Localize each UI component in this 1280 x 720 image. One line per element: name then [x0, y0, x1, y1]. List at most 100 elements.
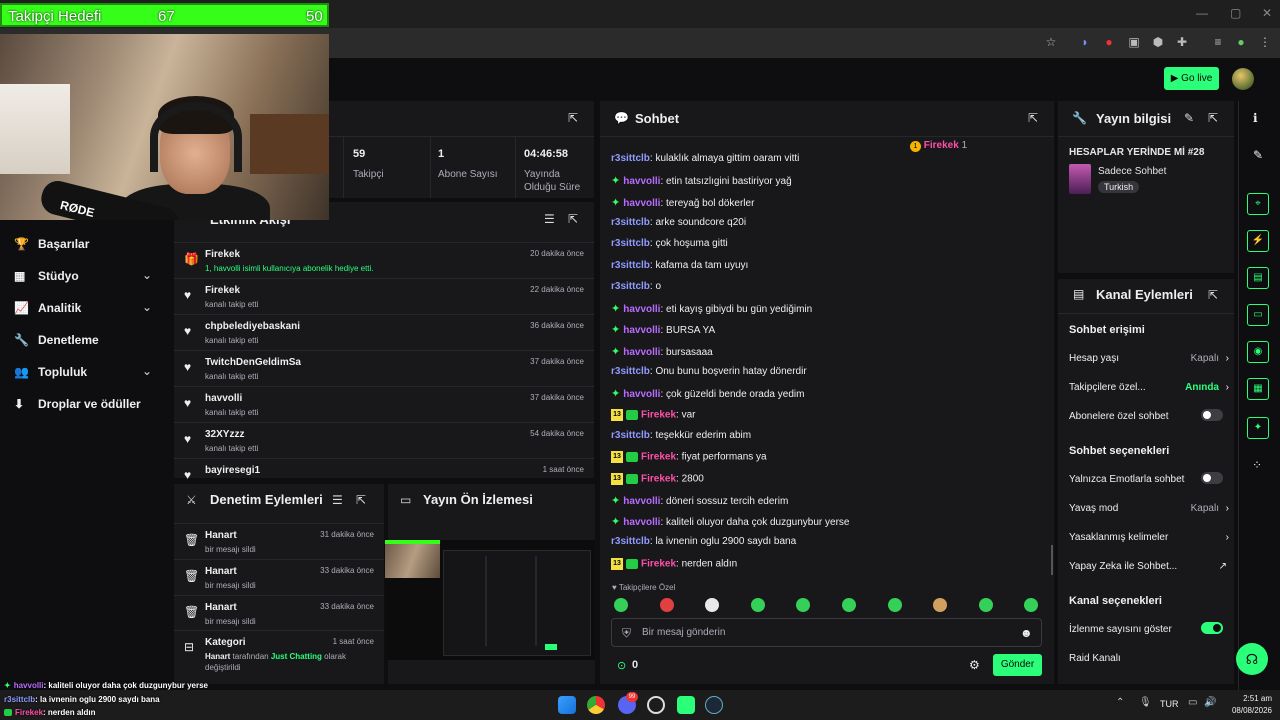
chat-message[interactable]: 13 Firekek: fiyat performans ya: [611, 451, 767, 465]
chat-message[interactable]: r3sittclb: arke soundcore q20i: [611, 217, 746, 231]
category-link[interactable]: Just Chatting: [271, 652, 322, 661]
go-live-button[interactable]: ▶ Go live: [1164, 67, 1219, 90]
windows-start-icon[interactable]: [558, 696, 576, 714]
chat-username[interactable]: Firekek: [641, 409, 676, 420]
ai-chat-option[interactable]: Yapay Zeka ile Sohbet... ↗: [1069, 561, 1227, 572]
list-item[interactable]: 🗑 Hanart 33 dakika önce bir mesajı sildi: [174, 595, 384, 631]
chat-username[interactable]: r3sittclb: [611, 153, 650, 164]
chat-message[interactable]: 13 Firekek: var: [611, 408, 695, 423]
followers-only-option[interactable]: Takipçilere özel... Anında ›: [1069, 382, 1229, 393]
chat-message[interactable]: r3sittclb: çok hoşuma gitti: [611, 238, 728, 252]
banned-words-option[interactable]: Yasaklanmış kelimeler ›: [1069, 532, 1229, 543]
chat-message[interactable]: 13 Firekek: 2800: [611, 472, 704, 487]
chat-username[interactable]: r3sittclb: [611, 281, 650, 292]
broadcast-icon[interactable]: ◉: [1247, 341, 1269, 363]
chat-username[interactable]: havvolli: [623, 517, 660, 528]
list-item[interactable]: ♥ TwitchDenGeldimSa 37 dakika önce kanalı t…: [174, 350, 594, 386]
subs-only-toggle[interactable]: [1201, 409, 1223, 421]
chat-username[interactable]: r3sittclb: [611, 366, 650, 377]
chat-message[interactable]: r3sittclb: Onu bunu boşverin hatay döner…: [611, 366, 807, 380]
extension-icon[interactable]: ▣: [1127, 35, 1141, 49]
lightning-icon[interactable]: ⚡: [1247, 230, 1269, 252]
emote-icon[interactable]: [842, 598, 856, 612]
list-item[interactable]: 🗑 Hanart 31 dakika önce bir mesajı sildi: [174, 523, 384, 559]
chat-username[interactable]: r3sittclb: [611, 536, 650, 547]
emote-icon[interactable]: [888, 598, 902, 612]
emote-icon[interactable]: [796, 598, 810, 612]
chat-username[interactable]: Firekek: [641, 452, 676, 463]
language-tag[interactable]: Turkish: [1098, 181, 1140, 193]
obs-icon[interactable]: [647, 696, 665, 714]
emote-icon[interactable]: [1024, 598, 1038, 612]
menu-icon[interactable]: ⋮: [1258, 35, 1272, 49]
sidebar-item-5[interactable]: 👥 Topluluk: [14, 362, 87, 382]
top-gifter[interactable]: 1 Firekek 1: [910, 140, 967, 152]
chat-message[interactable]: r3sittclb: o: [611, 281, 661, 295]
sidebar-item-6[interactable]: ⬇ Droplar ve ödüller: [14, 394, 141, 414]
chat-username[interactable]: havvolli: [623, 496, 660, 507]
chat-username[interactable]: r3sittclb: [611, 260, 650, 271]
chat-message[interactable]: ✦ havvolli: etin tatsızlıgini bastiriyor …: [611, 174, 792, 188]
kick-icon[interactable]: [677, 696, 695, 714]
chevron-down-icon[interactable]: ⌄: [142, 364, 152, 378]
mic-icon[interactable]: 🎙: [1139, 697, 1152, 708]
chat-message[interactable]: ✦ havvolli: eti kayış gibiydi bu gün yedi…: [611, 302, 812, 316]
emote-only-option[interactable]: Yalnızca Emotlarla sohbet: [1069, 472, 1227, 485]
popout-icon[interactable]: ⇱: [1208, 111, 1218, 125]
chat-username[interactable]: havvolli: [623, 198, 660, 209]
show-viewers-toggle[interactable]: [1201, 622, 1223, 634]
chat-message[interactable]: r3sittclb: kulaklık almaya gittim oaram …: [611, 153, 799, 167]
chat-username[interactable]: Firekek: [641, 558, 676, 569]
list-item[interactable]: 🗑 Hanart 33 dakika önce bir mesajı sildi: [174, 559, 384, 595]
slow-mode-option[interactable]: Yavaş mod Kapalı ›: [1069, 503, 1229, 514]
chat-icon[interactable]: ▭: [1247, 304, 1269, 326]
edit-icon[interactable]: ✎: [1184, 111, 1194, 125]
popout-icon[interactable]: ⇱: [356, 493, 366, 507]
sidebar-item-1[interactable]: 🏆 Başarılar: [14, 234, 89, 254]
clip-icon[interactable]: ⌖: [1247, 193, 1269, 215]
clock-time[interactable]: 2:51 am: [1226, 694, 1272, 703]
document-icon[interactable]: ▤: [1247, 267, 1269, 289]
maximize-icon[interactable]: ▢: [1230, 6, 1241, 20]
popout-icon[interactable]: ⇱: [568, 111, 578, 125]
account-age-option[interactable]: Hesap yaşı Kapalı ›: [1069, 353, 1229, 364]
help-support-icon[interactable]: ☊: [1236, 643, 1268, 675]
extension-icon[interactable]: ◗: [1078, 35, 1092, 49]
emote-icon[interactable]: [751, 598, 765, 612]
chat-message[interactable]: ✦ havvolli: bursasaaa: [611, 345, 713, 359]
more-actions-icon[interactable]: ⁘: [1252, 458, 1262, 472]
list-item[interactable]: ⊟ Kategori 1 saat önce Hanart tarafından…: [174, 630, 384, 680]
panels-icon[interactable]: ▦: [1247, 378, 1269, 400]
chat-message[interactable]: ✦ havvolli: kaliteli oluyor daha çok duzg…: [611, 515, 849, 529]
channel-points-icon[interactable]: ⊙: [617, 659, 626, 672]
chat-message[interactable]: ✦ havvolli: BURSA YA: [611, 323, 715, 337]
chat-message[interactable]: ✦ havvolli: çok güzeldi bende orada yedim: [611, 387, 804, 401]
chat-message[interactable]: r3sittclb: teşekkür ederim abim: [611, 430, 751, 444]
emote-icon[interactable]: [705, 598, 719, 612]
emote-only-toggle[interactable]: [1201, 472, 1223, 484]
bookmark-star-icon[interactable]: ☆: [1044, 35, 1058, 49]
chat-username[interactable]: havvolli: [623, 304, 660, 315]
chevron-down-icon[interactable]: ⌄: [142, 300, 152, 314]
avatar[interactable]: [1232, 68, 1254, 90]
media-icon[interactable]: ≡: [1211, 35, 1225, 49]
chat-message[interactable]: ✦ havvolli: tereyağ bol dökerler: [611, 196, 754, 210]
list-item[interactable]: ♥ chpbelediyebaskani 36 dakika önce kanalı …: [174, 314, 594, 350]
chat-settings-icon[interactable]: ⚙: [969, 658, 980, 672]
popout-icon[interactable]: ⇱: [568, 212, 578, 226]
send-button[interactable]: Gönder: [993, 654, 1042, 676]
close-icon[interactable]: ✕: [1262, 6, 1272, 20]
emote-icon[interactable]: [979, 598, 993, 612]
stream-preview-video[interactable]: [385, 540, 595, 660]
chat-username[interactable]: Firekek: [641, 473, 676, 484]
list-item[interactable]: ♥ havvolli 37 dakika önce kanalı takip etti: [174, 386, 594, 422]
steam-icon[interactable]: [705, 696, 723, 714]
extension-icon[interactable]: ●: [1102, 35, 1116, 49]
sidebar-item-2[interactable]: ▦ Stüdyo: [14, 266, 79, 286]
chat-username[interactable]: havvolli: [623, 389, 660, 400]
emoji-icon[interactable]: ☻: [1020, 626, 1033, 640]
speaker-icon[interactable]: 🔊: [1204, 697, 1216, 708]
sidebar-item-3[interactable]: 📈 Analitik: [14, 298, 81, 318]
filter-icon[interactable]: ☰: [544, 212, 555, 226]
chrome-icon[interactable]: [587, 696, 605, 714]
